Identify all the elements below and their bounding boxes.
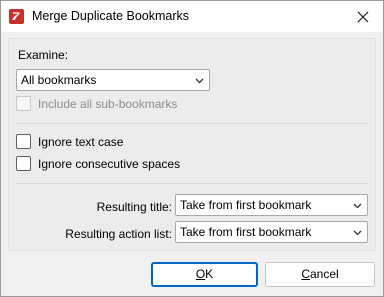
chevron-down-icon: [195, 78, 204, 84]
resulting-action-list-selected-value: Take from first bookmark: [180, 225, 312, 239]
merge-duplicate-bookmarks-dialog: Merge Duplicate Bookmarks Examine: All b…: [0, 0, 384, 297]
examine-dropdown[interactable]: All bookmarks: [16, 69, 210, 91]
include-sub-bookmarks-label: Include all sub-bookmarks: [38, 97, 178, 111]
options-panel: Examine: All bookmarks Include all sub-b…: [8, 38, 376, 251]
ignore-consecutive-spaces-checkbox[interactable]: [16, 156, 31, 171]
cancel-button[interactable]: Cancel: [265, 262, 375, 287]
ignore-text-case-checkbox[interactable]: [16, 134, 31, 149]
close-icon: [357, 11, 369, 22]
title-bar: Merge Duplicate Bookmarks: [1, 1, 383, 32]
resulting-action-list-dropdown[interactable]: Take from first bookmark: [175, 221, 368, 243]
chevron-down-icon: [353, 230, 362, 236]
examine-label: Examine:: [18, 48, 69, 62]
pdf-app-icon: [9, 9, 24, 24]
window-title: Merge Duplicate Bookmarks: [32, 9, 190, 23]
dialog-body: Examine: All bookmarks Include all sub-b…: [1, 32, 383, 296]
ok-button[interactable]: OK: [151, 262, 258, 287]
close-button[interactable]: [343, 1, 383, 32]
resulting-action-list-label: Resulting action list:: [65, 227, 172, 241]
chevron-down-icon: [353, 203, 362, 209]
include-sub-bookmarks-checkbox[interactable]: [16, 96, 31, 111]
separator: [16, 123, 368, 124]
resulting-title-dropdown[interactable]: Take from first bookmark: [175, 194, 368, 216]
ignore-consecutive-spaces-label: Ignore consecutive spaces: [38, 157, 181, 171]
examine-selected-value: All bookmarks: [21, 73, 97, 87]
resulting-title-label: Resulting title:: [96, 200, 172, 214]
ignore-text-case-label: Ignore text case: [38, 135, 124, 149]
resulting-title-selected-value: Take from first bookmark: [180, 198, 312, 212]
separator: [16, 183, 368, 184]
